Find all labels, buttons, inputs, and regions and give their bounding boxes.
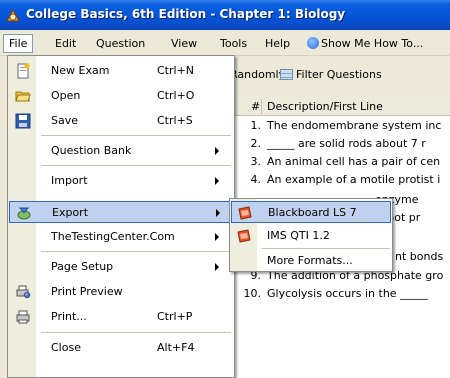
menu-item-label: TheTestingCenter.Com bbox=[51, 230, 175, 243]
table-row[interactable]: 2. _____ are solid rods about 7 r bbox=[235, 137, 450, 153]
menu-item-open[interactable]: Open Ctrl+O bbox=[9, 85, 233, 107]
submenu-arrow-icon bbox=[215, 233, 219, 241]
filter-questions-label: Filter Questions bbox=[296, 68, 382, 81]
menu-separator bbox=[41, 135, 231, 136]
export-icon bbox=[17, 207, 31, 220]
menu-item-label: New Exam bbox=[51, 64, 110, 77]
menu-item-import[interactable]: Import bbox=[9, 170, 233, 192]
menu-item-label: Question Bank bbox=[51, 144, 132, 157]
menu-item-print-preview[interactable]: Print Preview bbox=[9, 281, 233, 303]
table-header: # Description/First Line bbox=[235, 97, 450, 116]
menu-item-label: Page Setup bbox=[51, 260, 114, 273]
menu-help[interactable]: Help bbox=[260, 34, 295, 53]
menu-item-label: Export bbox=[52, 206, 89, 219]
menu-item-question-bank[interactable]: Question Bank bbox=[9, 140, 233, 162]
export-submenu: Blackboard LS 7 IMS QTI 1.2 More Formats… bbox=[229, 198, 393, 272]
menu-show-me-how[interactable]: Show Me How To... bbox=[302, 34, 428, 53]
menu-question[interactable]: Question bbox=[91, 34, 150, 53]
ims-qti-icon bbox=[237, 229, 251, 243]
row-description: nt bonds bbox=[395, 250, 444, 263]
menu-item-print[interactable]: Print... Ctrl+P bbox=[9, 306, 233, 328]
menu-item-label: Open bbox=[51, 89, 81, 102]
menu-separator bbox=[41, 332, 231, 333]
menu-item-label: Blackboard LS 7 bbox=[268, 206, 357, 219]
menu-item-ims-qti[interactable]: IMS QTI 1.2 bbox=[231, 225, 391, 247]
table-row[interactable]: 1. The endomembrane system inc bbox=[235, 119, 450, 135]
menu-view[interactable]: View bbox=[166, 34, 202, 53]
row-description: An animal cell has a pair of cen bbox=[267, 155, 441, 168]
randomly-button[interactable]: Randomly bbox=[230, 68, 285, 81]
column-number[interactable]: # bbox=[251, 100, 260, 113]
row-number: 2. bbox=[250, 137, 262, 150]
menu-item-page-setup[interactable]: Page Setup bbox=[9, 256, 233, 278]
menu-help-label: Help bbox=[265, 37, 291, 50]
file-menu-dropdown: New Exam Ctrl+N Open Ctrl+O Save Ctrl+S … bbox=[7, 55, 235, 378]
column-separator[interactable] bbox=[261, 99, 262, 114]
menu-item-export[interactable]: Export bbox=[9, 201, 233, 223]
menu-item-label: IMS QTI 1.2 bbox=[267, 229, 330, 242]
menu-item-shortcut: Ctrl+P bbox=[157, 310, 193, 323]
menu-edit[interactable]: Edit bbox=[50, 34, 81, 53]
menu-item-label: Print... bbox=[51, 310, 87, 323]
submenu-arrow-icon bbox=[215, 147, 219, 155]
table-row[interactable]: 10. Glycolysis occurs in the _____ bbox=[235, 287, 450, 303]
row-description: The endomembrane system inc bbox=[267, 119, 442, 132]
menu-item-shortcut: Alt+F4 bbox=[157, 341, 195, 354]
window-title: College Basics, 6th Edition - Chapter 1:… bbox=[26, 7, 346, 21]
row-number: 4. bbox=[250, 173, 262, 186]
column-description[interactable]: Description/First Line bbox=[267, 100, 383, 113]
filter-questions-button[interactable]: Filter Questions bbox=[280, 68, 382, 81]
row-number: 1. bbox=[250, 119, 262, 132]
menu-view-label: View bbox=[171, 37, 198, 50]
submenu-arrow-icon bbox=[216, 209, 220, 217]
menu-item-new-exam[interactable]: New Exam Ctrl+N bbox=[9, 60, 233, 82]
menu-separator bbox=[41, 165, 231, 166]
submenu-arrow-icon bbox=[215, 177, 219, 185]
menu-file-label: File bbox=[9, 37, 28, 50]
save-disk-icon bbox=[15, 113, 31, 129]
title-bar: College Basics, 6th Edition - Chapter 1:… bbox=[0, 0, 450, 30]
row-number: 3. bbox=[250, 155, 262, 168]
table-row[interactable]: 3. An animal cell has a pair of cen bbox=[235, 155, 450, 171]
menu-item-save[interactable]: Save Ctrl+S bbox=[9, 110, 233, 132]
menu-separator bbox=[41, 251, 231, 252]
menu-item-blackboard-ls7[interactable]: Blackboard LS 7 bbox=[231, 201, 391, 223]
print-preview-icon bbox=[16, 285, 31, 299]
row-description: Glycolysis occurs in the _____ bbox=[267, 287, 428, 300]
new-exam-icon bbox=[17, 63, 30, 79]
menu-item-label: Print Preview bbox=[51, 285, 123, 298]
printer-icon bbox=[16, 310, 30, 324]
menu-bar: File Edit Question View Tools Help Show … bbox=[0, 30, 450, 56]
menu-item-label: Close bbox=[51, 341, 81, 354]
menu-question-label: Question bbox=[96, 37, 146, 50]
open-folder-icon bbox=[15, 91, 31, 102]
row-number: 10. bbox=[243, 287, 262, 300]
menu-file[interactable]: File bbox=[3, 34, 34, 53]
menu-item-label: Save bbox=[51, 114, 79, 127]
menu-item-shortcut: Ctrl+S bbox=[157, 114, 193, 127]
menu-item-thetestingcenter[interactable]: TheTestingCenter.Com bbox=[9, 226, 233, 248]
menu-item-close[interactable]: Close Alt+F4 bbox=[9, 337, 233, 359]
menu-item-more-formats[interactable]: More Formats... bbox=[231, 250, 391, 272]
row-description: An example of a motile protist i bbox=[267, 173, 441, 186]
menu-item-label: Import bbox=[51, 174, 88, 187]
help-globe-icon bbox=[307, 37, 319, 49]
blackboard-icon bbox=[238, 206, 252, 220]
table-row[interactable]: 4. An example of a motile protist i bbox=[235, 173, 450, 189]
app-logo-icon bbox=[6, 8, 20, 22]
menu-show-me-how-label: Show Me How To... bbox=[321, 37, 424, 50]
menu-tools-label: Tools bbox=[220, 37, 248, 50]
menu-item-label: More Formats... bbox=[267, 254, 353, 267]
row-description: _____ are solid rods about 7 r bbox=[267, 137, 426, 150]
menu-edit-label: Edit bbox=[55, 37, 77, 50]
submenu-arrow-icon bbox=[215, 263, 219, 271]
menu-tools[interactable]: Tools bbox=[215, 34, 252, 53]
menu-item-shortcut: Ctrl+O bbox=[157, 89, 195, 102]
filter-icon bbox=[280, 69, 293, 80]
menu-item-shortcut: Ctrl+N bbox=[157, 64, 195, 77]
menu-separator bbox=[262, 248, 390, 249]
